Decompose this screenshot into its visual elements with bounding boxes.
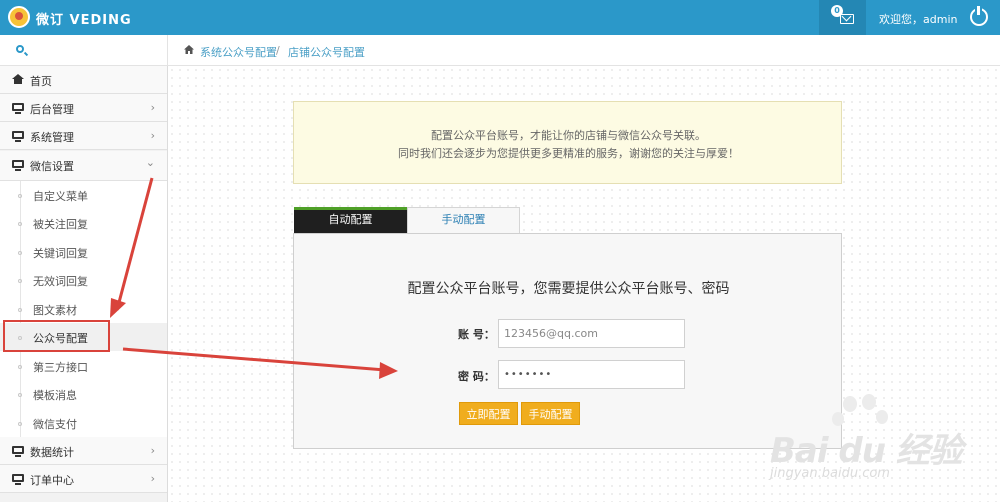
- sidebar-item-label: 数据统计: [30, 446, 74, 459]
- manual-config-button[interactable]: 手动配置: [521, 402, 580, 425]
- search-icon[interactable]: [16, 45, 24, 53]
- paw-icon: [876, 410, 888, 424]
- submenu-item-invalid-word-reply[interactable]: 无效词回复: [0, 266, 167, 294]
- submenu-item-label: 关键词回复: [33, 247, 88, 260]
- submenu-item-template-message[interactable]: 模板消息: [0, 380, 167, 408]
- notice-line-2: 同时我们还会逐步为您提供更多更精准的服务，谢谢您的关注与厚爱！: [398, 147, 739, 160]
- sidebar: 首页 后台管理 › 系统管理 › 微信设置 ⌄ 自定义菜单 被关注回复 关键词回…: [0, 66, 168, 502]
- submenu-item-label: 自定义菜单: [33, 190, 88, 203]
- bullet-icon: [18, 365, 22, 369]
- home-icon[interactable]: [184, 45, 194, 54]
- submenu-item-label: 被关注回复: [33, 218, 88, 231]
- submenu-item-media[interactable]: 图文素材: [0, 295, 167, 323]
- sidebar-item-label: 微信设置: [30, 160, 74, 173]
- paw-icon: [862, 394, 876, 410]
- watermark-url: jingyan.baidu.com: [770, 466, 890, 481]
- welcome-user-menu[interactable]: 欢迎您，admin: [879, 11, 957, 27]
- submenu-item-wechat-pay[interactable]: 微信支付: [0, 409, 167, 437]
- paw-icon: [843, 396, 857, 412]
- bullet-icon: [18, 279, 22, 283]
- submenu-item-follow-reply[interactable]: 被关注回复: [0, 209, 167, 237]
- home-icon: [12, 74, 24, 84]
- submenu-item-label: 第三方接口: [33, 361, 88, 374]
- logo-icon: [8, 6, 30, 28]
- breadcrumb: 系统公众号配置 / 店铺公众号配置: [168, 35, 1000, 66]
- sidebar-item-label: 系统管理: [30, 131, 74, 144]
- chevron-right-icon: ›: [150, 444, 155, 457]
- monitor-icon: [12, 446, 24, 457]
- bullet-icon: [18, 308, 22, 312]
- sidebar-search[interactable]: [0, 35, 168, 66]
- breadcrumb-separator: /: [276, 44, 280, 57]
- configure-now-button[interactable]: 立即配置: [459, 402, 518, 425]
- submenu-item-label: 图文素材: [33, 304, 77, 317]
- monitor-icon: [12, 103, 24, 114]
- highlight-box: [3, 320, 110, 352]
- sidebar-item-label: 首页: [30, 75, 52, 88]
- tab-auto-config[interactable]: 自动配置: [294, 207, 407, 238]
- monitor-icon: [12, 160, 24, 171]
- submenu-item-keyword-reply[interactable]: 关键词回复: [0, 238, 167, 266]
- account-input[interactable]: 123456@qq.com: [498, 319, 685, 348]
- sidebar-item-statistics[interactable]: 数据统计 ›: [0, 437, 167, 465]
- power-icon[interactable]: [970, 6, 988, 26]
- sidebar-item-wechat[interactable]: 微信设置 ⌄: [0, 151, 167, 181]
- notice-line-1: 配置公众平台账号，才能让你的店铺与微信公众号关联。: [431, 129, 706, 142]
- chevron-right-icon: ›: [150, 101, 155, 114]
- monitor-icon: [12, 131, 24, 142]
- submenu-item-custom-menu[interactable]: 自定义菜单: [0, 181, 167, 209]
- sidebar-item-system[interactable]: 系统管理 ›: [0, 122, 167, 150]
- bullet-icon: [18, 251, 22, 255]
- chevron-right-icon: ›: [150, 472, 155, 485]
- bullet-icon: [18, 194, 22, 198]
- sidebar-item-label: 订单中心: [30, 474, 74, 487]
- notice-box: 配置公众平台账号，才能让你的店铺与微信公众号关联。 同时我们还会逐步为您提供更多…: [293, 101, 842, 184]
- bullet-icon: [18, 222, 22, 226]
- chevron-right-icon: ›: [150, 129, 155, 142]
- submenu-item-label: 模板消息: [33, 389, 77, 402]
- sidebar-item-orders[interactable]: 订单中心 ›: [0, 465, 167, 493]
- monitor-icon: [12, 474, 24, 485]
- envelope-icon: [840, 14, 854, 24]
- bullet-icon: [18, 393, 22, 397]
- bullet-icon: [18, 422, 22, 426]
- brand-title: 微订 VEDING: [36, 13, 132, 28]
- tab-manual-config[interactable]: 手动配置: [407, 207, 520, 233]
- chevron-down-icon: ⌄: [145, 156, 155, 169]
- account-label: 账 号：: [458, 328, 495, 341]
- submenu-item-third-party[interactable]: 第三方接口: [0, 352, 167, 380]
- sidebar-item-backend[interactable]: 后台管理 ›: [0, 94, 167, 122]
- wechat-submenu: 自定义菜单 被关注回复 关键词回复 无效词回复 图文素材 公众号配置 第三方接口: [0, 181, 167, 437]
- password-label: 密 码：: [458, 370, 495, 383]
- form-title: 配置公众平台账号，您需要提供公众平台账号、密码: [407, 281, 730, 297]
- password-input[interactable]: •••••••: [498, 360, 685, 389]
- submenu-item-label: 微信支付: [33, 418, 77, 431]
- breadcrumb-item-store-config[interactable]: 店铺公众号配置: [288, 44, 365, 60]
- watermark-brand: Bai du 经验: [770, 431, 963, 471]
- breadcrumb-item-system-config[interactable]: 系统公众号配置: [200, 44, 277, 60]
- sidebar-item-label: 后台管理: [30, 103, 74, 116]
- sidebar-item-home[interactable]: 首页: [0, 66, 167, 94]
- submenu-item-label: 无效词回复: [33, 275, 88, 288]
